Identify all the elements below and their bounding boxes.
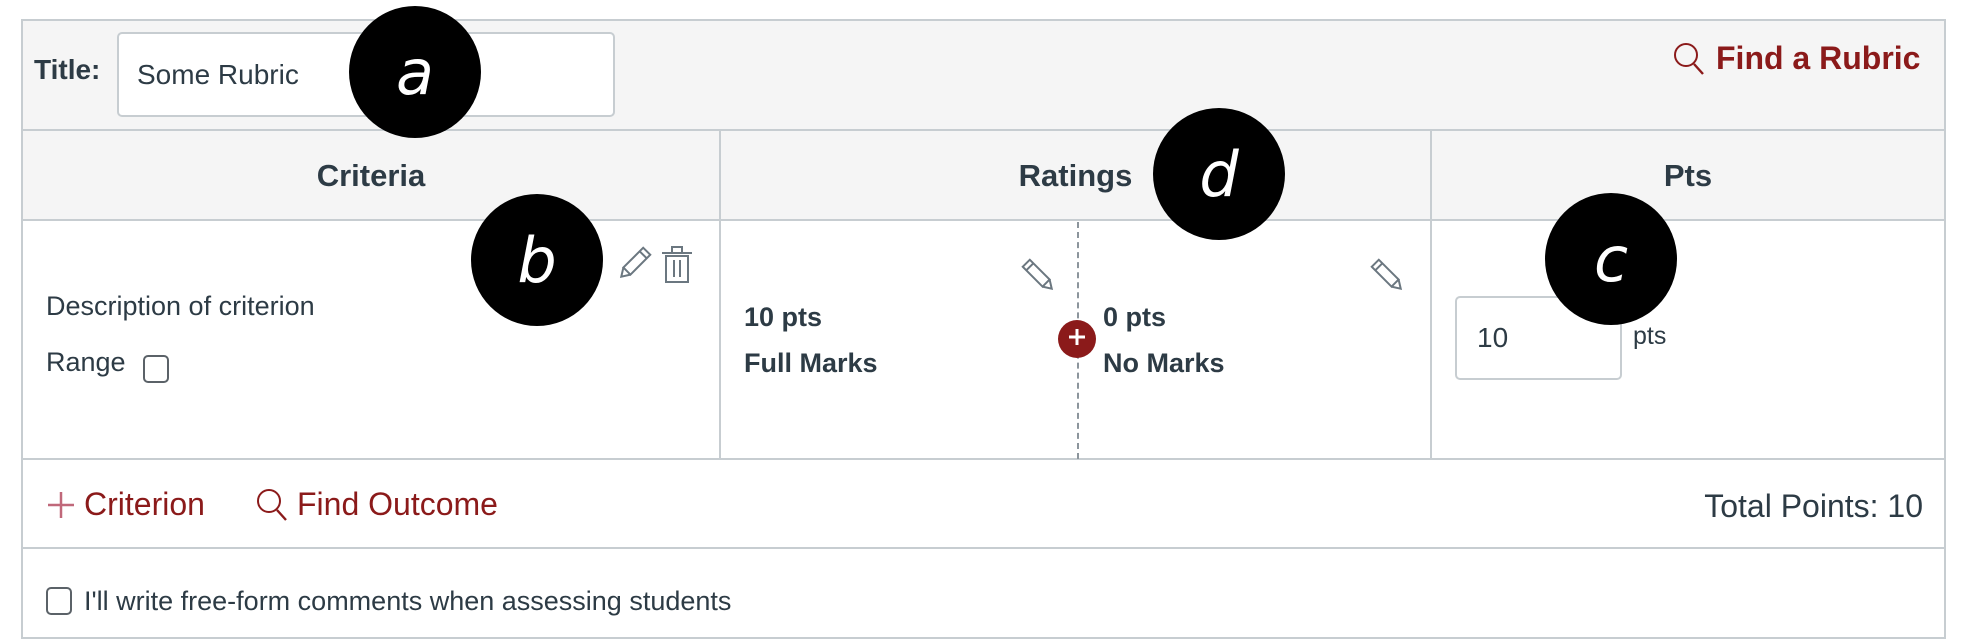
rating-points: 0 pts xyxy=(1103,302,1167,332)
edit-rating-button[interactable] xyxy=(1368,256,1408,301)
add-rating-button[interactable] xyxy=(1058,320,1096,358)
trash-icon xyxy=(659,244,695,289)
divider xyxy=(23,547,1944,549)
annotation-badge: a xyxy=(349,6,481,138)
range-label: Range xyxy=(46,347,126,377)
search-icon xyxy=(1672,41,1706,77)
find-outcome-button[interactable]: Find Outcome xyxy=(255,486,498,523)
search-icon xyxy=(255,487,289,523)
pencil-icon xyxy=(1368,256,1408,301)
column-header-criteria: Criteria xyxy=(316,158,426,193)
range-checkbox[interactable] xyxy=(143,355,169,383)
total-points: Total Points: 10 xyxy=(1704,488,1923,524)
delete-criterion-button[interactable] xyxy=(659,244,695,289)
edit-criterion-button[interactable] xyxy=(614,244,654,289)
divider xyxy=(23,458,1944,460)
find-rubric-link[interactable]: Find a Rubric xyxy=(1672,40,1920,77)
rating-label: Full Marks xyxy=(744,348,878,378)
column-header-pts: Pts xyxy=(1663,158,1713,193)
pencil-icon xyxy=(614,244,654,289)
divider xyxy=(23,129,1944,131)
column-header-ratings: Ratings xyxy=(1018,158,1133,193)
add-criterion-label: Criterion xyxy=(84,486,205,522)
title-label: Title: xyxy=(34,54,101,85)
plus-icon xyxy=(1066,326,1088,353)
annotation-badge: b xyxy=(471,194,603,326)
annotation-badge: d xyxy=(1153,108,1285,240)
free-form-label: I'll write free-form comments when asses… xyxy=(84,586,732,616)
find-outcome-label: Find Outcome xyxy=(297,486,498,522)
rating-points: 10 pts xyxy=(744,302,823,332)
annotation-badge: c xyxy=(1545,193,1677,325)
pencil-icon xyxy=(1019,256,1059,301)
edit-rating-button[interactable] xyxy=(1019,256,1059,301)
add-criterion-button[interactable]: Criterion xyxy=(46,486,205,523)
criterion-description: Description of criterion xyxy=(46,291,315,321)
rating-label: No Marks xyxy=(1103,348,1225,378)
find-rubric-label: Find a Rubric xyxy=(1716,40,1921,76)
plus-icon xyxy=(46,490,76,520)
points-unit: pts xyxy=(1633,322,1667,350)
free-form-checkbox[interactable] xyxy=(46,587,72,615)
